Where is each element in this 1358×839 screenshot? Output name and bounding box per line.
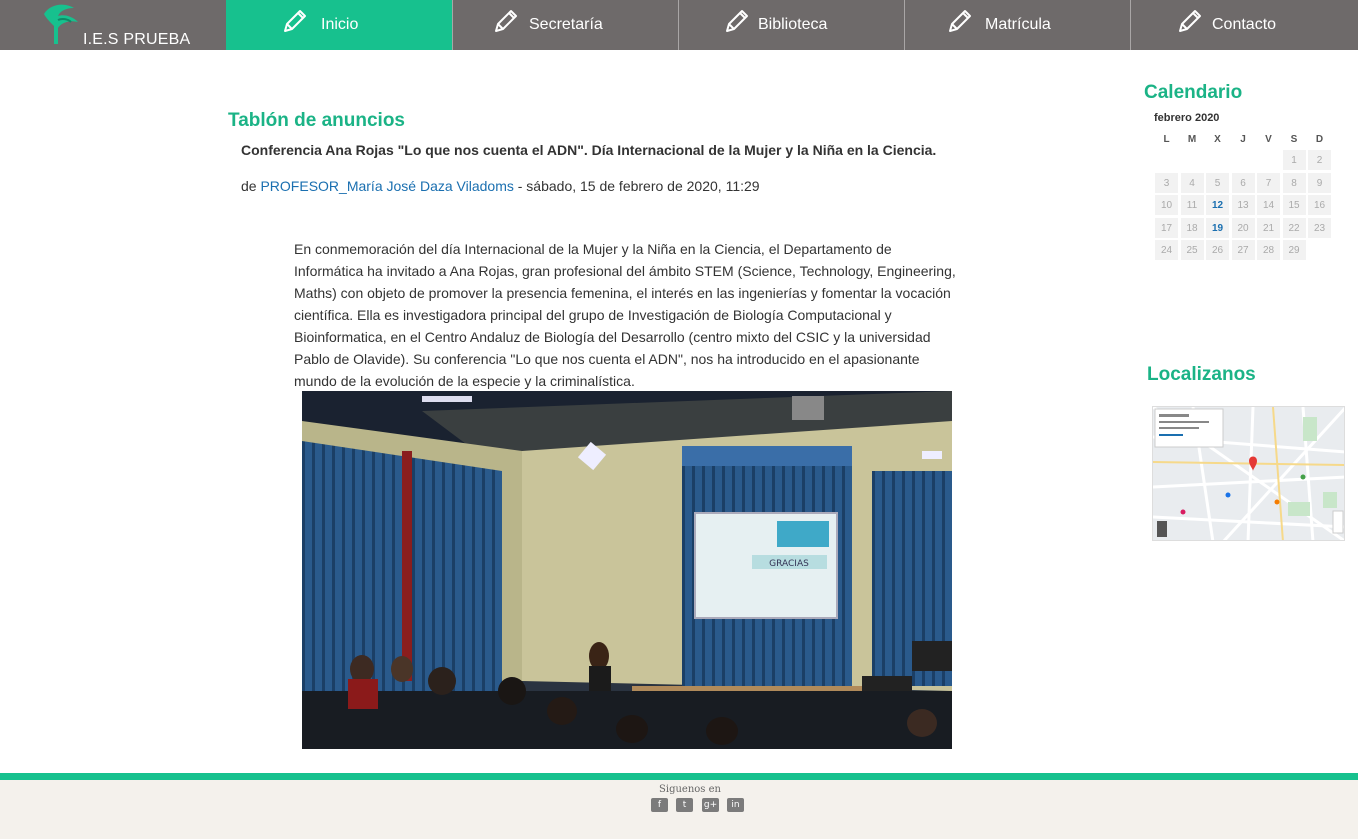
calendar-weekday: X [1214,134,1221,145]
post-photo: GRACIAS [302,391,952,749]
calendar-day: 7 [1256,171,1281,194]
site-logo[interactable]: I.E.S PRUEBA [0,0,226,50]
calendar-day: 22 [1281,216,1307,239]
nav-item-secretaria[interactable]: Secretaría [452,0,678,50]
nav-item-matricula[interactable]: Matrícula [904,0,1130,50]
calendar-day: 25 [1179,239,1205,261]
calendar-month: febrero 2020 [1154,112,1220,124]
calendar-title: Calendario [1144,82,1243,103]
calendar-day: 4 [1179,171,1205,194]
calendar-day: 16 [1307,194,1332,216]
pencil-icon [284,10,306,32]
calendar-day: 27 [1230,239,1256,261]
calendar-day[interactable]: 19 [1205,216,1230,239]
footer-accent-bar [0,773,1358,780]
post-body: En conmemoración del día Internacional d… [294,241,956,389]
calendar-day: 10 [1154,194,1179,216]
calendar-day: 20 [1230,216,1256,239]
nav-item-biblioteca[interactable]: Biblioteca [678,0,904,50]
pencil-icon [495,10,517,32]
section-title: Tablón de anuncios [228,110,405,131]
calendar-weekday: J [1240,134,1246,145]
calendar-weekday: V [1265,134,1272,145]
location-map[interactable] [1152,406,1345,541]
calendar-day: 3 [1154,171,1179,194]
pencil-icon [726,10,748,32]
calendar-weekday: M [1187,134,1197,145]
pencil-icon [949,10,971,32]
calendar-day: 14 [1256,194,1281,216]
calendar-day [1307,239,1332,261]
calendar-day: 28 [1256,239,1281,261]
calendar-day: 13 [1230,194,1256,216]
linkedin-icon[interactable]: in [727,798,744,812]
calendar-day: 11 [1179,194,1205,216]
post-date: - sábado, 15 de febrero de 2020, 11:29 [513,178,760,194]
follow-label: Siguenos en [659,784,721,795]
calendar-day: 8 [1281,171,1307,194]
calendar-day: 2 [1307,149,1332,171]
pencil-icon [1179,10,1201,32]
calendar-day: 6 [1230,171,1256,194]
nav-item-contacto[interactable]: Contacto [1130,0,1358,50]
nav-label: Inicio [321,16,359,33]
calendar-day: 15 [1281,194,1307,216]
nav-label: Secretaría [529,16,603,33]
calendar-day: 18 [1179,216,1205,239]
calendar-weekday: S [1290,134,1298,145]
nav-label: Matrícula [985,16,1051,33]
calendar-day: 9 [1307,171,1332,194]
calendar-day: 29 [1281,239,1307,261]
map-title: Localizanos [1147,364,1256,385]
calendar-day: 26 [1205,239,1230,261]
calendar-day: 1 [1281,149,1307,171]
calendar-day: 21 [1256,216,1281,239]
calendar-day: 5 [1205,171,1230,194]
facebook-icon[interactable]: f [651,798,668,812]
slide-text: GRACIAS [769,559,809,569]
calendar-day: 17 [1154,216,1179,239]
logo-text: I.E.S PRUEBA [83,31,191,48]
logo-icon [44,4,78,44]
nav-label: Biblioteca [758,16,828,33]
calendar-day[interactable]: 12 [1205,194,1230,216]
nav-item-inicio[interactable]: Inicio [226,0,452,50]
calendar-weekday: L [1163,134,1170,145]
post-author-link[interactable]: PROFESOR_María José Daza Viladoms [260,178,513,194]
googleplus-icon[interactable]: g+ [702,798,719,812]
post-title: Conferencia Ana Rojas "Lo que nos cuenta… [241,142,937,158]
post-meta: de PROFESOR_María José Daza Viladoms - s… [241,178,760,194]
calendar-day: 23 [1307,216,1332,239]
calendar-day: 24 [1154,239,1179,261]
post-meta-prefix: de [241,178,261,194]
footer: Siguenos en f t g+ in [0,780,1358,839]
calendar-weekday: D [1315,134,1324,145]
twitter-icon[interactable]: t [676,798,693,812]
nav-label: Contacto [1212,16,1277,33]
top-navbar: I.E.S PRUEBA Inicio Secretaría Bibliotec… [0,0,1358,50]
